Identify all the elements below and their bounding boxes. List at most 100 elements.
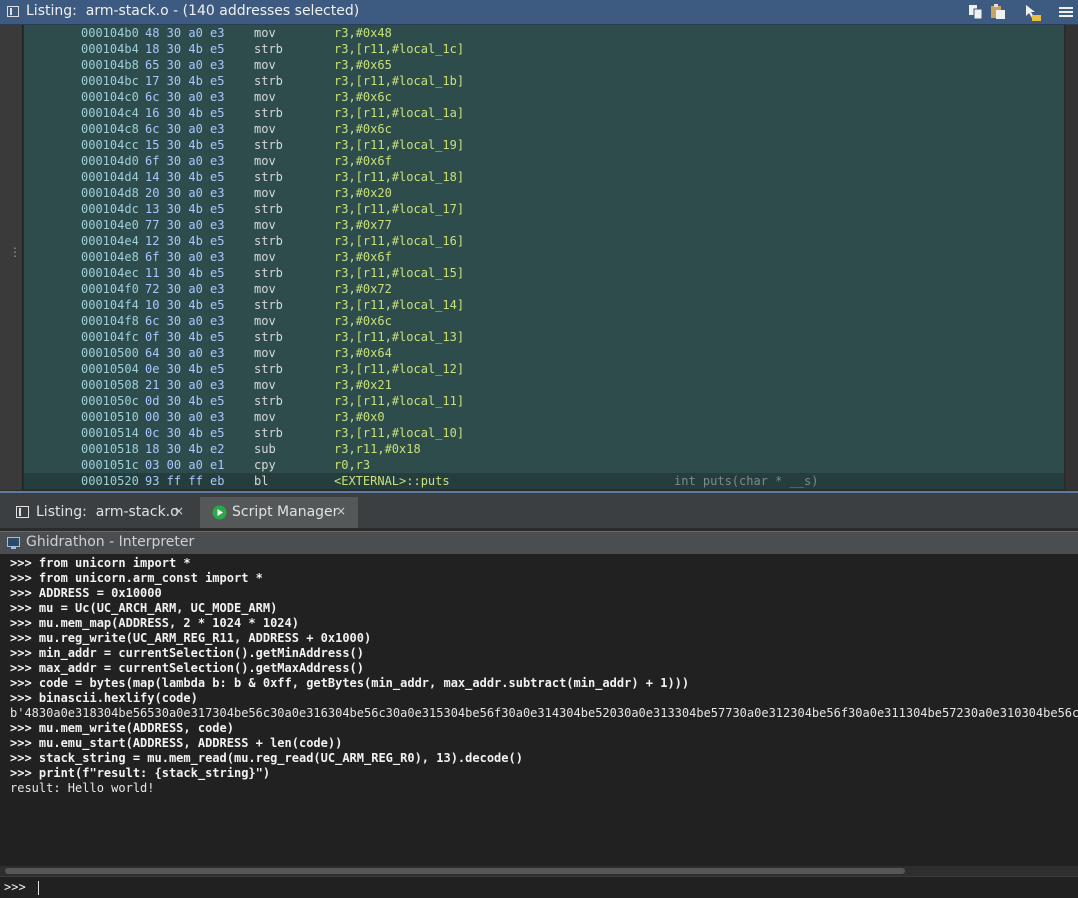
listing-row[interactable]: 000104c8 6c 30 a0 e3 mov r3,#0x6c [24,121,1064,137]
close-icon[interactable]: × [336,504,346,518]
listing-operands: r3,#0x6c [334,122,392,136]
listing-operands: r3,[r11,#local_12] [334,362,465,376]
listing-bytes: 18 30 4b e5 [145,42,225,56]
console-line: >>> print(f"result: {stack_string}") [10,766,271,780]
listing-row[interactable]: 000104cc 15 30 4b e5 strb r3,[r11,#local_19… [24,137,1064,153]
listing-title: Listing: arm-stack.o - (140 addresses se… [26,3,360,19]
console-line: >>> from unicorn.arm_const import * [10,571,263,585]
tab-script-manager[interactable]: Script Manager × [200,497,358,528]
listing-row[interactable]: 00010500 64 30 a0 e3 mov r3,#0x64 [24,345,1064,361]
listing-row[interactable]: 00010520 93 ff ff eb bl <EXTERNAL>::puts int… [24,473,1064,489]
interpreter-console[interactable]: >>> from unicorn import * >>> from unicor… [0,554,1078,866]
monitor-icon [7,537,20,549]
listing-address: 000104e8 [81,250,139,264]
listing-row[interactable]: 000104b0 48 30 a0 e3 mov r3,#0x48 [24,25,1064,41]
listing-row[interactable]: 000104dc 13 30 4b e5 strb r3,[r11,#local_17… [24,201,1064,217]
listing-row[interactable]: 000104ec 11 30 4b e5 strb r3,[r11,#local_15… [24,265,1064,281]
listing-operands: r3,[r11,#local_1c] [334,42,465,56]
listing-bytes: 18 30 4b e2 [145,442,225,456]
listing-bytes: 16 30 4b e5 [145,106,225,120]
listing-bytes: 20 30 a0 e3 [145,186,225,200]
listing-row[interactable]: 000104fc 0f 30 4b e5 strb r3,[r11,#local_13… [24,329,1064,345]
paste-icon[interactable] [990,4,1006,20]
drag-handle-icon[interactable]: ⋮ [9,246,21,258]
listing-mnemonic: strb [254,234,283,248]
listing-bytes: 0e 30 4b e5 [145,362,225,376]
listing-operands: r0,r3 [334,458,371,472]
listing-row[interactable]: 00010508 21 30 a0 e3 mov r3,#0x21 [24,377,1064,393]
listing-address: 00010514 [81,426,139,440]
listing-mnemonic: mov [254,410,276,424]
listing-mnemonic: mov [254,282,276,296]
listing-row[interactable]: 000104bc 17 30 4b e5 strb r3,[r11,#local_1b… [24,73,1064,89]
tab-listing[interactable]: Listing: arm-stack.o × [4,497,194,528]
listing-bytes: 14 30 4b e5 [145,170,225,184]
listing-address: 000104c8 [81,122,139,136]
listing-address: 000104dc [81,202,139,216]
listing-row[interactable]: 0001050c 0d 30 4b e5 strb r3,[r11,#local_11… [24,393,1064,409]
listing-row[interactable]: 000104b4 18 30 4b e5 strb r3,[r11,#local_1c… [24,41,1064,57]
interpreter-input[interactable] [36,878,1066,896]
listing-scrollbar[interactable] [1066,25,1078,490]
listing-bytes: 77 30 a0 e3 [145,218,225,232]
listing-rows[interactable]: 000104b0 48 30 a0 e3 mov r3,#0x48 000104b4 18… [24,25,1064,489]
listing-row[interactable]: 000104e0 77 30 a0 e3 mov r3,#0x77 [24,217,1064,233]
interpreter-title: Ghidrathon - Interpreter [26,534,195,550]
listing-operands: r3,[r11,#local_16] [334,234,465,248]
listing-address: 00010500 [81,346,139,360]
menu-icon[interactable] [1058,4,1074,20]
listing-row[interactable]: 000104d0 6f 30 a0 e3 mov r3,#0x6f [24,153,1064,169]
listing-row[interactable]: 000104d8 20 30 a0 e3 mov r3,#0x20 [24,185,1064,201]
listing-operands: r3,#0x6c [334,314,392,328]
listing-address: 00010508 [81,378,139,392]
listing-address: 000104f4 [81,298,139,312]
listing-row[interactable]: 00010518 18 30 4b e2 sub r3,r11,#0x18 [24,441,1064,457]
listing-row[interactable]: 000104c0 6c 30 a0 e3 mov r3,#0x6c [24,89,1064,105]
listing-tab-icon [16,506,29,522]
console-horizontal-scrollbar[interactable] [0,866,1078,876]
listing-row[interactable]: 000104b8 65 30 a0 e3 mov r3,#0x65 [24,57,1064,73]
listing-mnemonic: strb [254,266,283,280]
listing-operands: r3,#0x6f [334,154,392,168]
listing-mnemonic: strb [254,362,283,376]
scrollbar-thumb[interactable] [5,868,905,874]
listing-row[interactable]: 000104f8 6c 30 a0 e3 mov r3,#0x6c [24,313,1064,329]
listing-mnemonic: mov [254,378,276,392]
listing-bytes: 48 30 a0 e3 [145,26,225,40]
listing-mnemonic: sub [254,442,276,456]
listing-operands: r3,#0x6f [334,250,392,264]
listing-row[interactable]: 0001051c 03 00 a0 e1 cpy r0,r3 [24,457,1064,473]
listing-bytes: 0f 30 4b e5 [145,330,225,344]
listing-row[interactable]: 00010514 0c 30 4b e5 strb r3,[r11,#local_10… [24,425,1064,441]
listing-mnemonic: strb [254,298,283,312]
listing-row[interactable]: 000104f4 10 30 4b e5 strb r3,[r11,#local_14… [24,297,1064,313]
listing-row[interactable]: 000104d4 14 30 4b e5 strb r3,[r11,#local_18… [24,169,1064,185]
listing-row[interactable]: 000104e4 12 30 4b e5 strb r3,[r11,#local_16… [24,233,1064,249]
listing-mnemonic: cpy [254,458,276,472]
console-line: >>> mu.mem_write(ADDRESS, code) [10,721,234,735]
listing-bytes: 6c 30 a0 e3 [145,90,225,104]
tab-strip: Listing: arm-stack.o × Script Manager × [0,491,1078,528]
console-line: >>> max_addr = currentSelection().getMax… [10,661,365,675]
listing-mnemonic: strb [254,330,283,344]
prompt-bar: >>> [0,876,1078,898]
listing-mnemonic: strb [254,42,283,56]
listing-view[interactable]: ⋮ 000104b0 48 30 a0 e3 mov r3,#0x48 000104b4… [0,25,1078,490]
listing-row[interactable]: 00010504 0e 30 4b e5 strb r3,[r11,#local_12… [24,361,1064,377]
listing-operands: r3,#0x6c [334,90,392,104]
tab-script-manager-label: Script Manager [232,504,339,520]
listing-row[interactable]: 000104e8 6f 30 a0 e3 mov r3,#0x6f [24,249,1064,265]
listing-row[interactable]: 000104f0 72 30 a0 e3 mov r3,#0x72 [24,281,1064,297]
listing-bytes: 93 ff ff eb [145,474,225,488]
listing-mnemonic: mov [254,314,276,328]
listing-operands: r3,#0x72 [334,282,392,296]
listing-address: 000104f0 [81,282,139,296]
close-icon[interactable]: × [174,504,184,518]
listing-bytes: 21 30 a0 e3 [145,378,225,392]
listing-address: 000104e4 [81,234,139,248]
listing-row[interactable]: 000104c4 16 30 4b e5 strb r3,[r11,#local_1a… [24,105,1064,121]
listing-operands: r3,#0x20 [334,186,392,200]
listing-row[interactable]: 00010510 00 30 a0 e3 mov r3,#0x0 [24,409,1064,425]
snapshot-icon[interactable] [1024,4,1041,21]
copy-icon[interactable] [968,4,984,20]
